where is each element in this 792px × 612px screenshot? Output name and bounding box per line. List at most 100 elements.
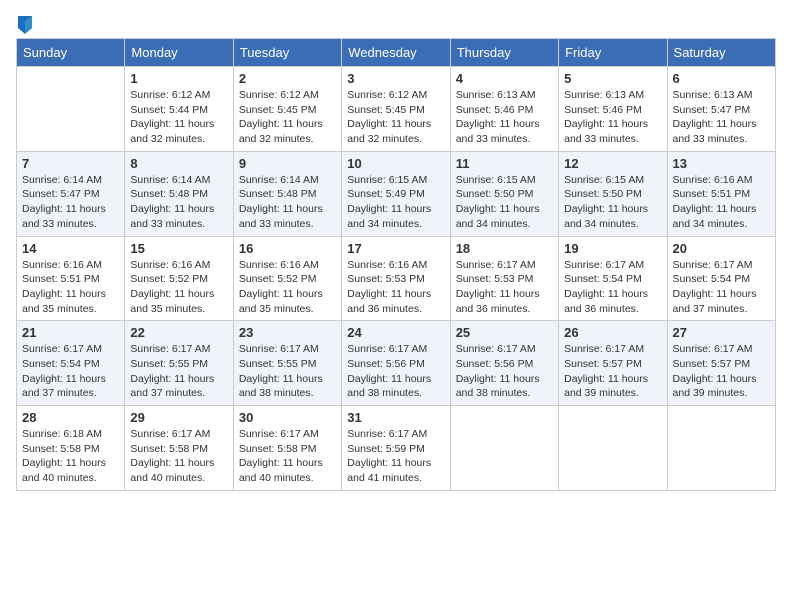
calendar-cell: 13Sunrise: 6:16 AM Sunset: 5:51 PM Dayli… (667, 151, 775, 236)
day-info: Sunrise: 6:17 AM Sunset: 5:57 PM Dayligh… (564, 342, 661, 401)
day-number: 21 (22, 325, 119, 340)
calendar-cell: 14Sunrise: 6:16 AM Sunset: 5:51 PM Dayli… (17, 236, 125, 321)
day-number: 13 (673, 156, 770, 171)
day-number: 14 (22, 241, 119, 256)
calendar-cell: 1 Sunrise: 6:12 AM Sunset: 5:44 PM Daylig… (125, 67, 233, 152)
day-number: 19 (564, 241, 661, 256)
calendar-cell: 16 Sunrise: 6:16 AM Sunset: 5:52 PM Dayli… (233, 236, 341, 321)
calendar-header-thursday: Thursday (450, 39, 558, 67)
day-info: Sunrise: 6:17 AM Sunset: 5:54 PM Dayligh… (22, 342, 119, 401)
day-number: 10 (347, 156, 444, 171)
day-number: 7 (22, 156, 119, 171)
calendar-header-tuesday: Tuesday (233, 39, 341, 67)
day-info: Sunrise: 6:14 AM Sunset: 5:47 PM Dayligh… (22, 173, 119, 232)
calendar-cell: 19 Sunrise: 6:17 AM Sunset: 5:54 PM Dayli… (559, 236, 667, 321)
calendar-week-row: 14Sunrise: 6:16 AM Sunset: 5:51 PM Dayli… (17, 236, 776, 321)
calendar-week-row: 28 Sunrise: 6:18 AM Sunset: 5:58 PM Dayli… (17, 406, 776, 491)
day-info: Sunrise: 6:17 AM Sunset: 5:56 PM Dayligh… (347, 342, 444, 401)
calendar-cell: 29 Sunrise: 6:17 AM Sunset: 5:58 PM Dayli… (125, 406, 233, 491)
calendar-cell: 10 Sunrise: 6:15 AM Sunset: 5:49 PM Dayli… (342, 151, 450, 236)
calendar-cell: 25 Sunrise: 6:17 AM Sunset: 5:56 PM Dayli… (450, 321, 558, 406)
calendar-week-row: 1 Sunrise: 6:12 AM Sunset: 5:44 PM Daylig… (17, 67, 776, 152)
day-number: 6 (673, 71, 770, 86)
calendar-cell: 12 Sunrise: 6:15 AM Sunset: 5:50 PM Dayli… (559, 151, 667, 236)
calendar-header-saturday: Saturday (667, 39, 775, 67)
day-info: Sunrise: 6:17 AM Sunset: 5:54 PM Dayligh… (673, 258, 770, 317)
day-info: Sunrise: 6:14 AM Sunset: 5:48 PM Dayligh… (130, 173, 227, 232)
day-number: 22 (130, 325, 227, 340)
calendar-cell (667, 406, 775, 491)
day-number: 2 (239, 71, 336, 86)
day-info: Sunrise: 6:13 AM Sunset: 5:46 PM Dayligh… (456, 88, 553, 147)
day-info: Sunrise: 6:17 AM Sunset: 5:54 PM Dayligh… (564, 258, 661, 317)
calendar-header-friday: Friday (559, 39, 667, 67)
calendar-cell: 26 Sunrise: 6:17 AM Sunset: 5:57 PM Dayli… (559, 321, 667, 406)
calendar-cell: 23 Sunrise: 6:17 AM Sunset: 5:55 PM Dayli… (233, 321, 341, 406)
day-info: Sunrise: 6:17 AM Sunset: 5:56 PM Dayligh… (456, 342, 553, 401)
day-info: Sunrise: 6:12 AM Sunset: 5:45 PM Dayligh… (347, 88, 444, 147)
calendar-cell: 21 Sunrise: 6:17 AM Sunset: 5:54 PM Dayli… (17, 321, 125, 406)
calendar-cell: 30 Sunrise: 6:17 AM Sunset: 5:58 PM Dayli… (233, 406, 341, 491)
calendar-cell: 11 Sunrise: 6:15 AM Sunset: 5:50 PM Dayli… (450, 151, 558, 236)
logo-icon (18, 16, 32, 34)
calendar-table: SundayMondayTuesdayWednesdayThursdayFrid… (16, 38, 776, 491)
day-info: Sunrise: 6:16 AM Sunset: 5:52 PM Dayligh… (130, 258, 227, 317)
day-info: Sunrise: 6:17 AM Sunset: 5:59 PM Dayligh… (347, 427, 444, 486)
day-number: 24 (347, 325, 444, 340)
calendar-cell: 4 Sunrise: 6:13 AM Sunset: 5:46 PM Daylig… (450, 67, 558, 152)
day-info: Sunrise: 6:15 AM Sunset: 5:50 PM Dayligh… (456, 173, 553, 232)
day-number: 3 (347, 71, 444, 86)
day-number: 5 (564, 71, 661, 86)
day-number: 30 (239, 410, 336, 425)
calendar-cell: 20 Sunrise: 6:17 AM Sunset: 5:54 PM Dayli… (667, 236, 775, 321)
day-info: Sunrise: 6:16 AM Sunset: 5:52 PM Dayligh… (239, 258, 336, 317)
day-number: 28 (22, 410, 119, 425)
calendar-cell: 3 Sunrise: 6:12 AM Sunset: 5:45 PM Daylig… (342, 67, 450, 152)
day-info: Sunrise: 6:17 AM Sunset: 5:55 PM Dayligh… (130, 342, 227, 401)
day-info: Sunrise: 6:18 AM Sunset: 5:58 PM Dayligh… (22, 427, 119, 486)
calendar-week-row: 7 Sunrise: 6:14 AM Sunset: 5:47 PM Daylig… (17, 151, 776, 236)
calendar-cell (17, 67, 125, 152)
calendar-cell: 27Sunrise: 6:17 AM Sunset: 5:57 PM Dayli… (667, 321, 775, 406)
day-info: Sunrise: 6:15 AM Sunset: 5:49 PM Dayligh… (347, 173, 444, 232)
day-info: Sunrise: 6:16 AM Sunset: 5:53 PM Dayligh… (347, 258, 444, 317)
day-number: 11 (456, 156, 553, 171)
calendar-cell: 18Sunrise: 6:17 AM Sunset: 5:53 PM Dayli… (450, 236, 558, 321)
day-info: Sunrise: 6:13 AM Sunset: 5:46 PM Dayligh… (564, 88, 661, 147)
day-info: Sunrise: 6:17 AM Sunset: 5:58 PM Dayligh… (130, 427, 227, 486)
calendar-week-row: 21 Sunrise: 6:17 AM Sunset: 5:54 PM Dayli… (17, 321, 776, 406)
calendar-cell: 8 Sunrise: 6:14 AM Sunset: 5:48 PM Daylig… (125, 151, 233, 236)
day-number: 31 (347, 410, 444, 425)
calendar-cell: 31 Sunrise: 6:17 AM Sunset: 5:59 PM Dayli… (342, 406, 450, 491)
day-number: 18 (456, 241, 553, 256)
day-info: Sunrise: 6:17 AM Sunset: 5:57 PM Dayligh… (673, 342, 770, 401)
calendar-cell: 6 Sunrise: 6:13 AM Sunset: 5:47 PM Daylig… (667, 67, 775, 152)
calendar-cell: 2Sunrise: 6:12 AM Sunset: 5:45 PM Daylig… (233, 67, 341, 152)
day-info: Sunrise: 6:13 AM Sunset: 5:47 PM Dayligh… (673, 88, 770, 147)
calendar-header-wednesday: Wednesday (342, 39, 450, 67)
day-info: Sunrise: 6:12 AM Sunset: 5:44 PM Dayligh… (130, 88, 227, 147)
day-number: 9 (239, 156, 336, 171)
day-info: Sunrise: 6:17 AM Sunset: 5:58 PM Dayligh… (239, 427, 336, 486)
calendar-cell: 24 Sunrise: 6:17 AM Sunset: 5:56 PM Dayli… (342, 321, 450, 406)
day-number: 1 (130, 71, 227, 86)
calendar-cell: 28 Sunrise: 6:18 AM Sunset: 5:58 PM Dayli… (17, 406, 125, 491)
day-number: 4 (456, 71, 553, 86)
day-info: Sunrise: 6:17 AM Sunset: 5:55 PM Dayligh… (239, 342, 336, 401)
day-number: 29 (130, 410, 227, 425)
day-number: 20 (673, 241, 770, 256)
day-number: 26 (564, 325, 661, 340)
calendar-header-monday: Monday (125, 39, 233, 67)
calendar-cell: 9 Sunrise: 6:14 AM Sunset: 5:48 PM Daylig… (233, 151, 341, 236)
day-number: 8 (130, 156, 227, 171)
day-number: 12 (564, 156, 661, 171)
day-info: Sunrise: 6:14 AM Sunset: 5:48 PM Dayligh… (239, 173, 336, 232)
calendar-cell: 15Sunrise: 6:16 AM Sunset: 5:52 PM Dayli… (125, 236, 233, 321)
day-number: 23 (239, 325, 336, 340)
day-number: 25 (456, 325, 553, 340)
day-number: 16 (239, 241, 336, 256)
day-number: 17 (347, 241, 444, 256)
day-info: Sunrise: 6:15 AM Sunset: 5:50 PM Dayligh… (564, 173, 661, 232)
calendar-header-sunday: Sunday (17, 39, 125, 67)
calendar-cell: 7 Sunrise: 6:14 AM Sunset: 5:47 PM Daylig… (17, 151, 125, 236)
